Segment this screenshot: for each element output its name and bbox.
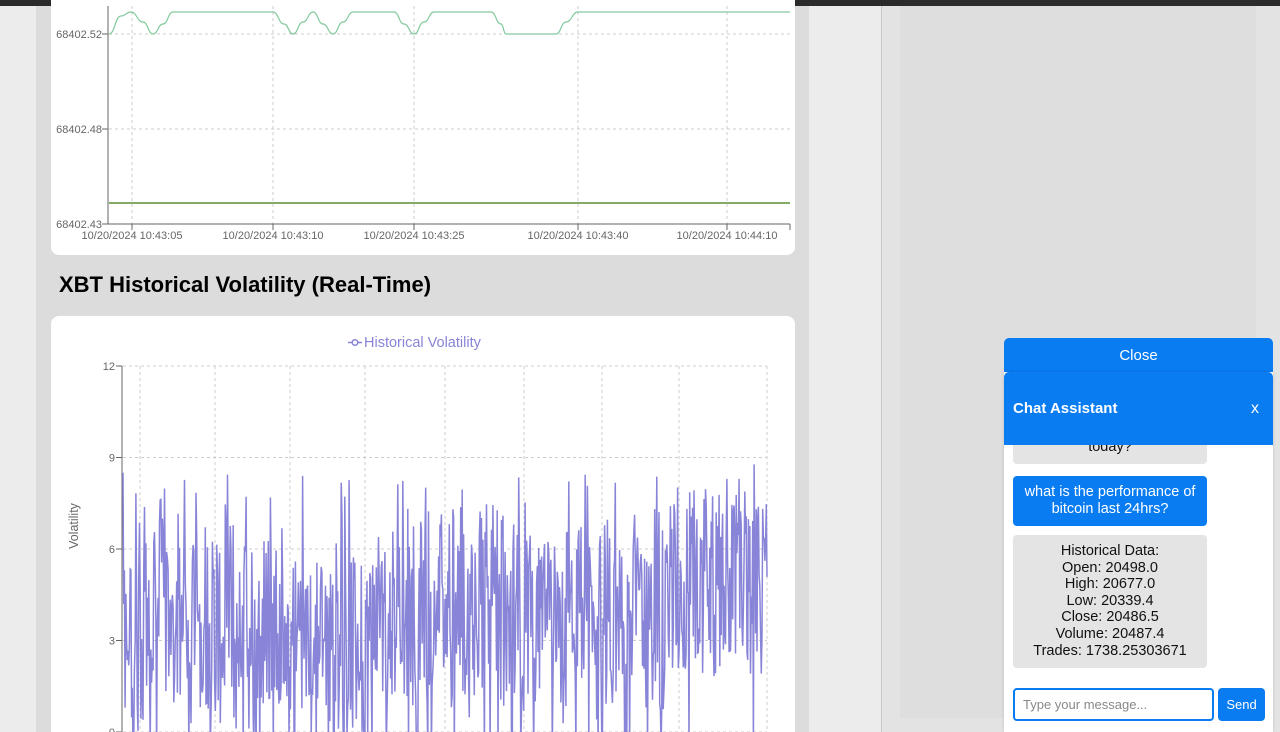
- chat-message-bot: Historical Data: Open: 20498.0 High: 206…: [1013, 535, 1207, 668]
- price-chart-card: 68402.52 68402.48 68402.43 10/20/2024 10:4…: [51, 0, 795, 255]
- left-gutter: [0, 6, 36, 732]
- chat-header-title: Chat Assistant: [1013, 400, 1118, 417]
- chat-header-close-icon[interactable]: x: [1251, 400, 1259, 418]
- chat-message-bot: today?: [1013, 445, 1207, 464]
- price-series-line-light: [108, 11, 790, 35]
- y-tick-label: 3: [109, 636, 115, 648]
- price-chart: 68402.5268402.4868402.43 10/20/2024 10:4…: [56, 6, 791, 242]
- legend-label: Historical Volatility: [364, 335, 482, 351]
- volatility-chart-card: Historical Volatility Volatility 12 9 6 3 0: [51, 316, 795, 732]
- x-tick-label: 10/20/2024 10:43:05: [82, 230, 183, 242]
- volatility-section-title: XBT Historical Volatility (Real-Time): [59, 272, 432, 297]
- chat-window: Chat Assistant x today? what is the perf…: [1004, 372, 1273, 732]
- y-tick-label: 0: [109, 727, 115, 732]
- y-tick-label: 68402.52: [56, 29, 102, 41]
- volatility-legend[interactable]: Historical Volatility: [348, 335, 482, 351]
- y-tick-label: 68402.48: [56, 124, 102, 136]
- y-tick-label: 6: [109, 544, 115, 556]
- y-tick-label: 12: [103, 361, 115, 373]
- send-button[interactable]: Send: [1218, 688, 1265, 721]
- x-tick-label: 10/20/2024 10:43:25: [364, 230, 465, 242]
- chat-input-row: Send: [1004, 680, 1273, 732]
- column-divider: [809, 6, 882, 732]
- chat-messages[interactable]: today? what is the performance of bitcoi…: [1004, 445, 1273, 680]
- x-tick-label: 10/20/2024 10:43:40: [528, 230, 629, 242]
- chat-message-input[interactable]: [1013, 688, 1214, 721]
- y-axis-label: Volatility: [67, 502, 81, 549]
- x-tick-label: 10/20/2024 10:44:10: [677, 230, 778, 242]
- legend-dot-icon: [351, 338, 359, 347]
- chat-close-button[interactable]: Close: [1004, 338, 1273, 372]
- volatility-chart: Historical Volatility Volatility 12 9 6 3 0: [67, 335, 768, 732]
- x-tick-label: 10/20/2024 10:43:10: [223, 230, 324, 242]
- y-tick-label: 9: [109, 453, 115, 465]
- chat-header: Chat Assistant x: [1004, 372, 1273, 445]
- chat-message-user: what is the performance of bitcoin last …: [1013, 476, 1207, 526]
